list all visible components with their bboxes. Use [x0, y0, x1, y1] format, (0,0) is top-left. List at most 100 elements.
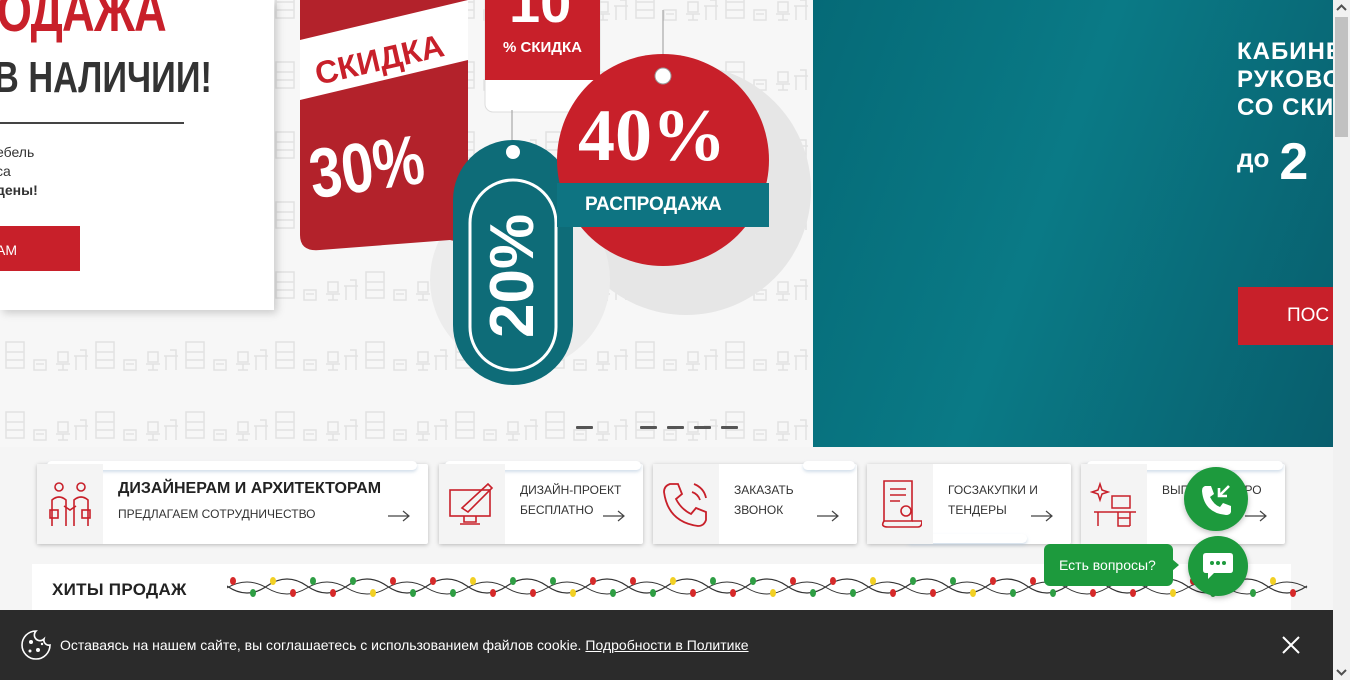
carousel-dot[interactable] — [667, 426, 684, 429]
garland-bulb — [390, 577, 396, 585]
garland-bulb — [990, 577, 996, 585]
tag-10-value: 10 — [509, 0, 571, 34]
garland-bulb — [330, 589, 336, 597]
garland-bulb — [670, 577, 676, 585]
arrow-right-icon — [388, 510, 410, 522]
discount-tag-40: 40% РАСПРОДАЖА — [557, 54, 769, 266]
garland-bulb — [950, 577, 956, 585]
tag-20-value: 20% — [478, 214, 547, 338]
cabinets-title: КАБИНЕ РУКОВО СО СКИ — [1237, 38, 1333, 121]
garland-bulb — [790, 577, 796, 585]
garland-bulb — [230, 577, 236, 585]
scrollbar[interactable] — [1333, 0, 1350, 680]
price-tags-illustration: СКИДКА 30% 10 % СКИДКА 20% 40% РАСПРОДАЖ… — [300, 0, 811, 385]
garland-bulb — [970, 589, 976, 597]
arrow-right-icon — [1031, 510, 1053, 522]
garland-bulb — [1250, 589, 1256, 597]
discount-tag-30: СКИДКА 30% — [300, 0, 468, 251]
section-title: ХИТЫ ПРОДАЖ — [52, 580, 187, 599]
cookie-icon — [21, 630, 51, 660]
garland-bulb — [410, 589, 416, 597]
garland-bulb — [770, 589, 776, 597]
garland-bulb — [550, 577, 556, 585]
feature-workplace[interactable]: ВЫП НЕ ПРО — [1081, 461, 1285, 544]
garland-bulb — [1050, 589, 1056, 597]
garland-bulb — [1170, 589, 1176, 597]
garland-bulb — [750, 577, 756, 585]
hero-banner-sale[interactable]: РОДАЖА В НАЛИЧИИ! ебель са дены! АМ СКИД… — [0, 0, 813, 447]
garland-bulb — [590, 577, 596, 585]
garland-bulb — [250, 589, 256, 597]
arrow-right-icon — [1245, 510, 1267, 522]
garland-bulb — [570, 589, 576, 597]
garland-bulb — [1010, 589, 1016, 597]
scroll-up-icon[interactable] — [1333, 0, 1350, 17]
garland-bulb — [350, 577, 356, 585]
snow-decoration — [803, 461, 855, 470]
cabinets-discount: до 2 — [1237, 132, 1308, 192]
discount-number: 2 — [1279, 133, 1309, 191]
arrow-right-icon — [603, 510, 625, 522]
garland-bulb — [650, 589, 656, 597]
garland-bulb — [510, 577, 516, 585]
garland-bulb — [810, 589, 816, 597]
feature-title: ДИЗАЙНЕРАМ И АРХИТЕКТОРАМ — [118, 480, 382, 497]
feature-design-project[interactable]: ДИЗАЙН-ПРОЕКТ БЕСПЛАТНО — [439, 461, 643, 544]
page: РОДАЖА В НАЛИЧИИ! ебель са дены! АМ СКИД… — [0, 0, 1333, 680]
workplace-icon — [1081, 464, 1147, 544]
garland-bulb — [1030, 577, 1036, 585]
carousel-dot[interactable] — [640, 426, 657, 429]
tender-document-icon — [867, 464, 933, 544]
cabinets-button[interactable]: ПОС — [1238, 287, 1333, 345]
tag-40-label: РАСПРОДАЖА — [585, 194, 722, 215]
garland-bulb — [310, 577, 316, 585]
carousel-dots — [576, 426, 738, 429]
scroll-down-icon[interactable] — [1333, 663, 1350, 680]
cookie-banner: Оставаясь на нашем сайте, вы соглашаетес… — [0, 610, 1333, 680]
garland-bulb — [290, 589, 296, 597]
phone-incoming-icon — [1202, 485, 1231, 515]
hero-banner-cabinets[interactable]: КАБИНЕ РУКОВО СО СКИ до 2 ПОС — [813, 0, 1333, 447]
phone-icon — [653, 464, 719, 544]
garland-bulb — [870, 577, 876, 585]
feature-designers[interactable]: ДИЗАЙНЕРАМ И АРХИТЕКТОРАМ ПРЕДЛАГАЕМ СОТ… — [37, 461, 428, 544]
chat-button[interactable] — [1188, 536, 1248, 596]
cookie-policy-link[interactable]: Подробности в Политике — [585, 637, 748, 653]
close-icon[interactable] — [1280, 634, 1302, 656]
design-monitor-icon — [439, 464, 505, 544]
garland-bulb — [610, 589, 616, 597]
carousel-dot[interactable] — [694, 426, 711, 429]
garland-bulb — [730, 589, 736, 597]
scrollbar-thumb[interactable] — [1335, 17, 1348, 137]
chat-prompt-bubble[interactable]: Есть вопросы? — [1044, 544, 1179, 586]
callback-button[interactable] — [1184, 467, 1248, 531]
garland-bulb — [890, 589, 896, 597]
tag-30-value: 30% — [304, 120, 429, 214]
garland-bulb — [1270, 577, 1276, 585]
tag-10-label: % СКИДКА — [503, 39, 582, 56]
discount-prefix: до — [1237, 143, 1270, 173]
garland-bulb — [690, 589, 696, 597]
garland-bulb — [1090, 589, 1096, 597]
carousel-dot[interactable] — [603, 426, 630, 429]
garland-bulb — [490, 589, 496, 597]
feature-callback[interactable]: ЗАКАЗАТЬ ЗВОНОК — [653, 461, 857, 544]
garland-bulb — [430, 577, 436, 585]
carousel-dot[interactable] — [576, 426, 593, 429]
garland-bulb — [830, 577, 836, 585]
cookie-message: Оставаясь на нашем сайте, вы соглашаетес… — [60, 637, 582, 653]
tag-40-value: 40% — [578, 95, 726, 177]
cookie-text: Оставаясь на нашем сайте, вы соглашаетес… — [60, 637, 749, 653]
garland-bulb — [710, 577, 716, 585]
garland-bulb — [910, 577, 916, 585]
garland-bulb — [270, 577, 276, 585]
designers-icon — [37, 464, 103, 544]
feature-subtitle: ПРЕДЛАГАЕМ СОТРУДНИЧЕСТВО — [118, 507, 316, 521]
feature-tenders[interactable]: ГОСЗАКУПКИ И ТЕНДЕРЫ — [867, 464, 1071, 544]
carousel-dot[interactable] — [721, 426, 738, 429]
garland-bulb — [530, 589, 536, 597]
arrow-right-icon — [817, 510, 839, 522]
garland-bulb — [1130, 589, 1136, 597]
garland-bulb — [630, 577, 636, 585]
garland-bulb — [370, 589, 376, 597]
